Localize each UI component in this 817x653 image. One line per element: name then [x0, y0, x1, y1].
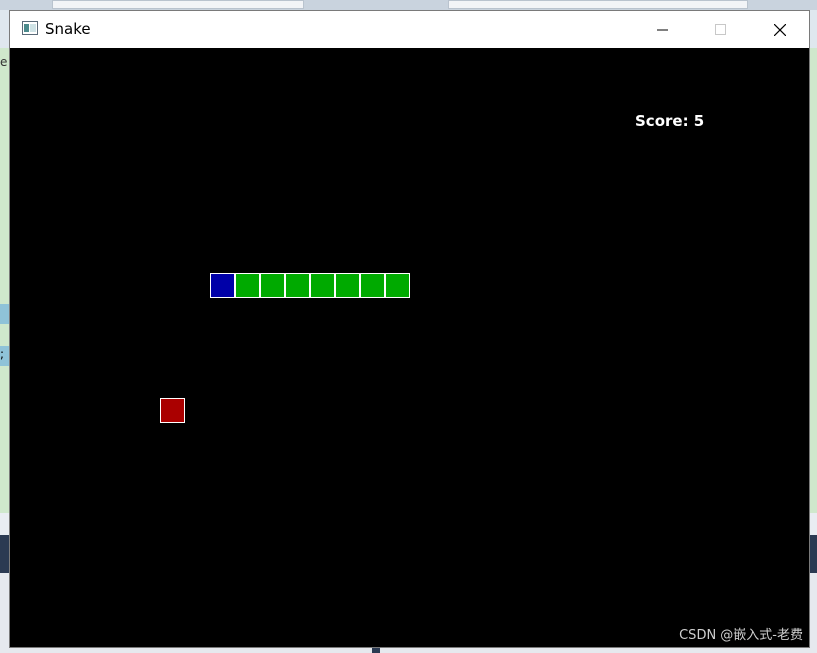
- score-label: Score: 5: [635, 112, 705, 130]
- food-item: [160, 398, 185, 423]
- minimize-icon: [657, 29, 668, 31]
- maximize-icon: [715, 24, 726, 35]
- window-title: Snake: [45, 20, 91, 38]
- app-icon: [22, 21, 38, 35]
- game-board[interactable]: Score: 5 CSDN @嵌入式-老费: [10, 48, 809, 647]
- title-bar[interactable]: Snake: [10, 11, 809, 48]
- snake-head: [210, 273, 235, 298]
- snake-body-segment: [360, 273, 385, 298]
- background-field: [448, 0, 748, 9]
- background-text: ;: [0, 347, 5, 361]
- snake-body-segment: [260, 273, 285, 298]
- snake-window: Snake Score: 5 CSDN @嵌入式-老费: [9, 10, 810, 648]
- background-toolbar: [0, 0, 817, 10]
- background-text: e: [0, 55, 8, 69]
- snake-body-segment: [310, 273, 335, 298]
- snake-body-segment: [235, 273, 260, 298]
- close-button[interactable]: [757, 11, 803, 48]
- watermark-text: CSDN @嵌入式-老费: [679, 628, 803, 643]
- snake-body-segment: [335, 273, 360, 298]
- close-icon: [774, 24, 786, 36]
- background-field: [52, 0, 304, 9]
- background-editor-right: [810, 48, 817, 513]
- minimize-button[interactable]: [640, 11, 686, 48]
- maximize-button[interactable]: [698, 11, 744, 48]
- snake-body-segment: [285, 273, 310, 298]
- snake-body-segment: [385, 273, 410, 298]
